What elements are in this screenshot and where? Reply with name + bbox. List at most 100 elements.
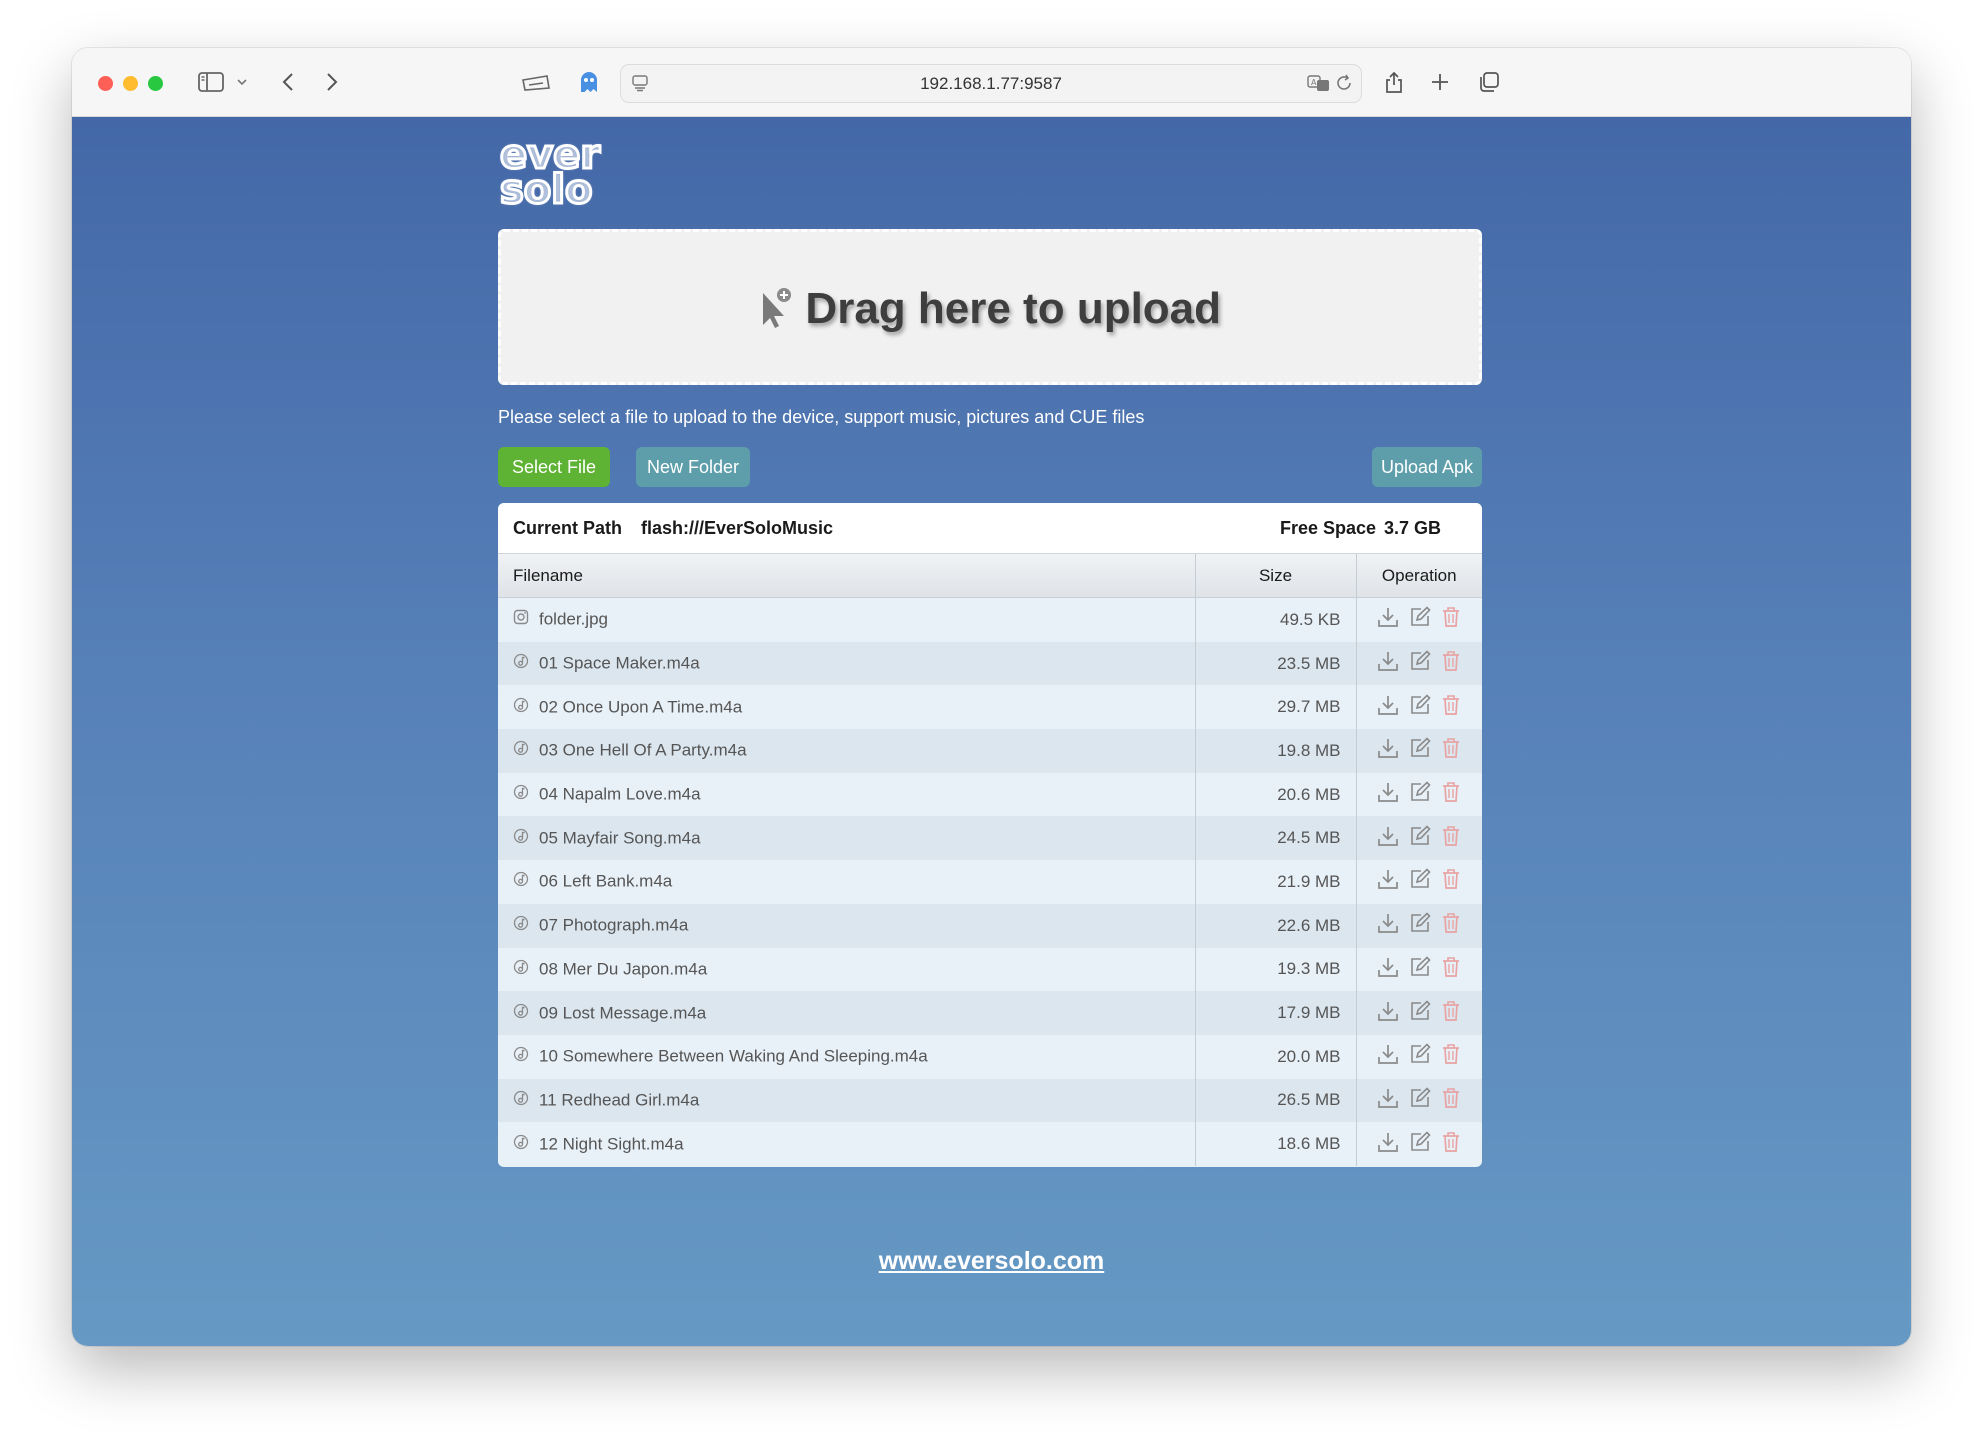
download-icon[interactable] xyxy=(1377,1087,1399,1114)
filename-cell[interactable]: 10 Somewhere Between Waking And Sleeping… xyxy=(498,1034,1195,1079)
file-name[interactable]: 11 Redhead Girl.m4a xyxy=(539,1090,699,1109)
filename-cell[interactable]: 06 Left Bank.m4a xyxy=(498,860,1195,904)
filename-cell[interactable]: 12 Night Sight.m4a xyxy=(498,1122,1195,1166)
back-icon[interactable] xyxy=(278,66,298,98)
edit-icon[interactable] xyxy=(1409,650,1431,677)
upload-dropzone[interactable]: Drag here to upload xyxy=(498,229,1482,385)
edit-icon[interactable] xyxy=(1409,1130,1431,1158)
trash-icon[interactable] xyxy=(1441,912,1461,939)
file-name[interactable]: 04 Napalm Love.m4a xyxy=(539,785,701,804)
download-icon[interactable] xyxy=(1377,956,1399,983)
translate-icon[interactable]: A xyxy=(1307,74,1331,97)
edit-icon[interactable] xyxy=(1409,606,1431,633)
table-row[interactable]: 02 Once Upon A Time.m4a 29.7 MB xyxy=(498,685,1482,730)
file-name[interactable]: 02 Once Upon A Time.m4a xyxy=(539,697,742,716)
share-icon[interactable] xyxy=(1382,66,1406,98)
edit-icon[interactable] xyxy=(1409,737,1431,764)
filename-cell[interactable]: 09 Lost Message.m4a xyxy=(498,991,1195,1035)
trash-icon[interactable] xyxy=(1441,1131,1461,1158)
filename-cell[interactable]: 03 One Hell Of A Party.m4a xyxy=(498,729,1195,773)
trash-icon[interactable] xyxy=(1441,694,1461,721)
tab-overview-icon[interactable] xyxy=(1476,66,1502,98)
filename-cell[interactable]: 01 Space Maker.m4a xyxy=(498,641,1195,686)
filename-cell[interactable]: 11 Redhead Girl.m4a xyxy=(498,1078,1195,1123)
table-row[interactable]: 03 One Hell Of A Party.m4a 19.8 MB xyxy=(498,729,1482,773)
sidebar-toggle-icon[interactable] xyxy=(196,66,226,98)
table-row[interactable]: 12 Night Sight.m4a 18.6 MB xyxy=(498,1122,1482,1166)
edit-icon[interactable] xyxy=(1409,694,1431,721)
trash-icon[interactable] xyxy=(1441,1087,1461,1114)
trash-icon[interactable] xyxy=(1441,781,1461,808)
download-icon[interactable] xyxy=(1377,606,1399,633)
table-row[interactable]: 04 Napalm Love.m4a 20.6 MB xyxy=(498,772,1482,817)
edit-icon[interactable] xyxy=(1409,781,1431,808)
download-icon[interactable] xyxy=(1377,1043,1399,1070)
table-row[interactable]: 09 Lost Message.m4a 17.9 MB xyxy=(498,991,1482,1035)
file-name[interactable]: 05 Mayfair Song.m4a xyxy=(539,828,701,847)
trash-icon[interactable] xyxy=(1441,1043,1461,1070)
edit-icon[interactable] xyxy=(1409,999,1431,1027)
file-name[interactable]: 06 Left Bank.m4a xyxy=(539,872,672,891)
edit-icon[interactable] xyxy=(1409,825,1431,852)
forward-icon[interactable] xyxy=(322,66,342,98)
download-icon[interactable] xyxy=(1377,1000,1399,1027)
zoom-window-button[interactable] xyxy=(148,76,163,91)
minimize-window-button[interactable] xyxy=(123,76,138,91)
edit-icon[interactable] xyxy=(1409,912,1431,939)
upload-apk-button[interactable]: Upload Apk xyxy=(1372,447,1482,487)
new-folder-button[interactable]: New Folder xyxy=(636,447,750,487)
table-row[interactable]: 08 Mer Du Japon.m4a 19.3 MB xyxy=(498,947,1482,992)
chevron-down-icon[interactable] xyxy=(234,66,250,98)
file-name[interactable]: 10 Somewhere Between Waking And Sleeping… xyxy=(539,1047,928,1066)
file-name[interactable]: folder.jpg xyxy=(539,610,608,629)
trash-icon[interactable] xyxy=(1441,825,1461,852)
trash-icon[interactable] xyxy=(1441,1000,1461,1027)
filename-cell[interactable]: 08 Mer Du Japon.m4a xyxy=(498,947,1195,992)
table-row[interactable]: folder.jpg 49.5 KB xyxy=(498,597,1482,642)
table-row[interactable]: 07 Photograph.m4a 22.6 MB xyxy=(498,903,1482,948)
trash-icon[interactable] xyxy=(1441,737,1461,764)
download-icon[interactable] xyxy=(1377,694,1399,721)
trash-icon[interactable] xyxy=(1441,606,1461,633)
download-icon[interactable] xyxy=(1377,825,1399,852)
table-row[interactable]: 01 Space Maker.m4a 23.5 MB xyxy=(498,641,1482,686)
close-window-button[interactable] xyxy=(98,76,113,91)
filename-cell[interactable]: 07 Photograph.m4a xyxy=(498,903,1195,948)
select-file-button[interactable]: Select File xyxy=(498,447,610,487)
file-name[interactable]: 12 Night Sight.m4a xyxy=(539,1134,684,1153)
table-row[interactable]: 06 Left Bank.m4a 21.9 MB xyxy=(498,860,1482,904)
svg-text:A: A xyxy=(1311,78,1317,87)
reload-icon[interactable] xyxy=(1335,74,1353,97)
table-row[interactable]: 11 Redhead Girl.m4a 26.5 MB xyxy=(498,1078,1482,1123)
filename-cell[interactable]: folder.jpg xyxy=(498,597,1195,642)
download-icon[interactable] xyxy=(1377,868,1399,895)
table-row[interactable]: 10 Somewhere Between Waking And Sleeping… xyxy=(498,1034,1482,1079)
file-name[interactable]: 03 One Hell Of A Party.m4a xyxy=(539,741,747,760)
download-icon[interactable] xyxy=(1377,781,1399,808)
extension-ghost-icon[interactable] xyxy=(576,66,602,98)
file-name[interactable]: 09 Lost Message.m4a xyxy=(539,1003,706,1022)
filename-cell[interactable]: 05 Mayfair Song.m4a xyxy=(498,816,1195,861)
edit-icon[interactable] xyxy=(1409,1043,1431,1070)
trash-icon[interactable] xyxy=(1441,956,1461,983)
download-icon[interactable] xyxy=(1377,912,1399,939)
file-name[interactable]: 01 Space Maker.m4a xyxy=(539,654,700,673)
file-name[interactable]: 08 Mer Du Japon.m4a xyxy=(539,959,707,978)
edit-icon[interactable] xyxy=(1409,868,1431,895)
address-bar[interactable]: 192.168.1.77:9587 A xyxy=(620,64,1362,103)
edit-icon[interactable] xyxy=(1409,1087,1431,1114)
eversolo-website-link[interactable]: www.eversolo.com xyxy=(72,1247,1911,1276)
download-icon[interactable] xyxy=(1377,1131,1399,1158)
download-icon[interactable] xyxy=(1377,650,1399,677)
download-icon[interactable] xyxy=(1377,737,1399,764)
edit-icon[interactable] xyxy=(1409,956,1431,983)
trash-icon[interactable] xyxy=(1441,650,1461,677)
extension-keyboard-icon[interactable] xyxy=(520,66,552,98)
filename-cell[interactable]: 02 Once Upon A Time.m4a xyxy=(498,685,1195,730)
file-name[interactable]: 07 Photograph.m4a xyxy=(539,916,688,935)
table-row[interactable]: 05 Mayfair Song.m4a 24.5 MB xyxy=(498,816,1482,861)
trash-icon[interactable] xyxy=(1441,868,1461,895)
file-size: 26.5 MB xyxy=(1194,1078,1356,1123)
new-tab-icon[interactable] xyxy=(1428,66,1452,98)
filename-cell[interactable]: 04 Napalm Love.m4a xyxy=(498,772,1195,817)
